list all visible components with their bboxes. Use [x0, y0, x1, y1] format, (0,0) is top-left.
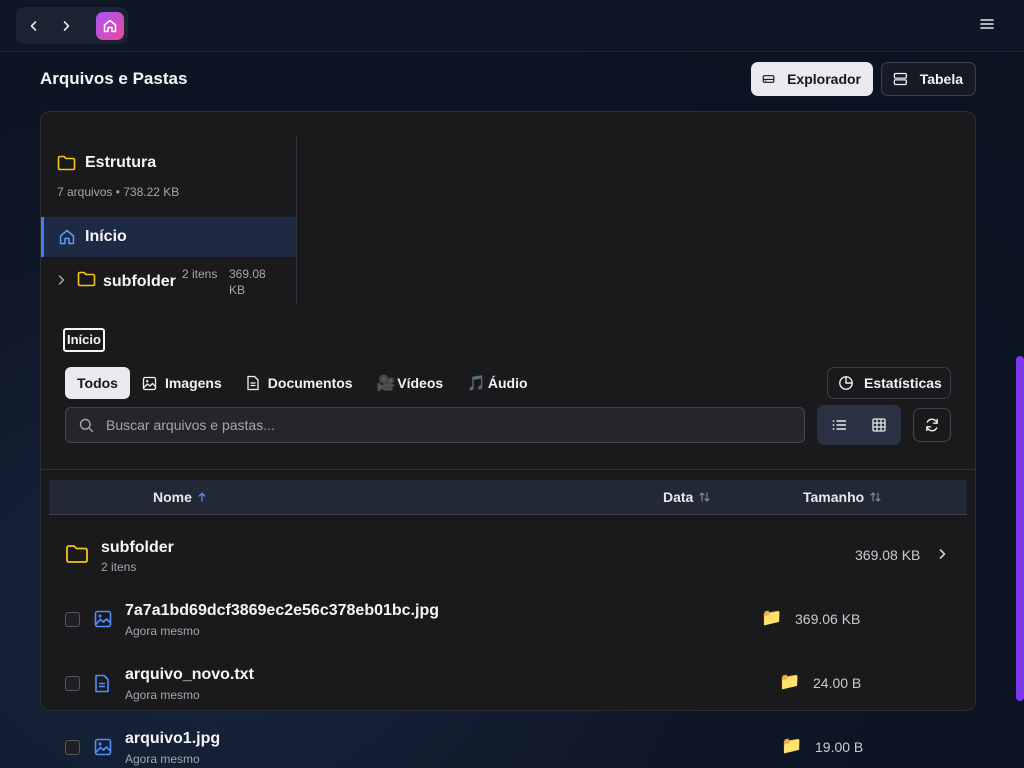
divider — [41, 469, 975, 470]
filter-tabs: Todos Imagens Documentos 🎥 Vídeos 🎵 Áudi… — [65, 367, 540, 399]
search-bar — [65, 407, 805, 443]
chevron-right-icon[interactable] — [55, 274, 67, 286]
image-file-icon — [94, 738, 112, 756]
column-date-label: Data — [663, 489, 694, 505]
move-folder-icon[interactable]: 📁 — [761, 608, 782, 628]
table-row[interactable]: arquivo_novo.txt Agora mesmo 📁 24.00 B — [49, 651, 967, 715]
image-file-icon — [94, 610, 112, 628]
file-size: 24.00 B — [813, 675, 862, 691]
tab-all[interactable]: Todos — [65, 367, 130, 399]
search-icon — [79, 418, 94, 432]
explorer-view-button[interactable]: Explorador — [751, 62, 873, 96]
file-name: arquivo_novo.txt — [125, 666, 254, 683]
tree-summary: 7 arquivos • 738.22 KB — [57, 185, 180, 199]
column-name-header[interactable]: Nome — [153, 489, 206, 505]
tree-item-name: subfolder — [103, 273, 176, 290]
tab-images[interactable]: Imagens — [130, 367, 234, 399]
column-date-header[interactable]: Data — [663, 489, 710, 505]
page-title: Arquivos e Pastas — [40, 69, 188, 88]
folder-name: subfolder — [101, 539, 174, 556]
tab-audio[interactable]: 🎵 Áudio — [455, 367, 539, 399]
file-meta: Agora mesmo — [125, 624, 200, 638]
tab-images-label: Imagens — [164, 375, 222, 391]
home-icon — [103, 19, 117, 33]
file-meta: Agora mesmo — [125, 688, 200, 702]
file-size: 369.06 KB — [795, 611, 861, 627]
home-icon — [59, 229, 75, 245]
file-name: 7a7a1bd69dcf3869ec2e56c378eb01bc.jpg — [125, 602, 439, 619]
sort-ascending-icon — [198, 492, 206, 502]
file-size: 19.00 B — [815, 739, 864, 755]
grid-view-toggle[interactable] — [864, 410, 894, 440]
move-folder-icon[interactable]: 📁 — [781, 736, 802, 756]
table-row[interactable]: 7a7a1bd69dcf3869ec2e56c378eb01bc.jpg Ago… — [49, 587, 967, 651]
list-view-toggle[interactable] — [824, 410, 854, 440]
folder-icon — [66, 545, 88, 563]
tree-item-subfolder[interactable]: subfolder 2 itens 369.08 KB — [41, 261, 296, 301]
sort-icon — [870, 492, 881, 502]
hamburger-menu-icon — [980, 19, 994, 29]
home-button[interactable] — [96, 12, 124, 40]
folder-size: 369.08 KB — [855, 547, 921, 563]
tree-title: Estrutura — [85, 154, 157, 171]
search-input[interactable] — [106, 417, 804, 433]
folder-icon — [77, 271, 96, 287]
move-folder-icon[interactable]: 📁 — [779, 672, 800, 692]
file-name: arquivo1.jpg — [125, 730, 221, 747]
column-name-label: Nome — [153, 489, 192, 505]
tab-documents[interactable]: Documentos — [234, 367, 365, 399]
tree-item-root-label: Início — [85, 228, 127, 245]
image-icon — [142, 376, 157, 390]
chevron-right-icon — [63, 20, 70, 31]
drive-icon — [762, 75, 775, 83]
document-icon — [247, 375, 259, 391]
file-meta: Agora mesmo — [125, 752, 200, 766]
tab-all-label: Todos — [77, 375, 118, 391]
statistics-button[interactable]: Estatísticas — [827, 367, 951, 399]
tree-item-count: 2 itens — [182, 267, 218, 281]
tab-documents-label: Documentos — [267, 375, 353, 391]
tab-videos[interactable]: 🎥 Vídeos — [365, 367, 456, 399]
tree-item-root[interactable]: Início — [41, 217, 296, 257]
table-header: Nome Data Tamanho — [49, 480, 967, 515]
breadcrumb[interactable]: Início — [63, 328, 105, 352]
row-checkbox[interactable] — [65, 740, 80, 755]
tab-videos-label: Vídeos — [397, 375, 444, 391]
table-row[interactable]: arquivo1.jpg Agora mesmo 📁 19.00 B — [49, 715, 967, 768]
top-bar — [0, 0, 1024, 52]
nav-group — [16, 7, 128, 44]
column-size-label: Tamanho — [803, 489, 865, 505]
row-checkbox[interactable] — [65, 612, 80, 627]
chevron-left-icon — [30, 20, 37, 31]
statistics-label: Estatísticas — [864, 375, 942, 391]
tree-header: Estrutura — [57, 154, 156, 172]
pie-chart-icon — [839, 376, 853, 390]
film-camera-icon: 🎥 — [376, 375, 396, 392]
list-icon — [832, 420, 846, 430]
document-file-icon — [95, 674, 109, 693]
table-row-folder[interactable]: subfolder 2 itens 369.08 KB — [49, 522, 967, 586]
table-view-button[interactable]: Tabela — [881, 62, 976, 96]
grid-icon — [872, 418, 886, 432]
tree-item-size: 369.08 KB — [229, 267, 266, 297]
menu-button[interactable] — [980, 17, 994, 31]
column-size-header[interactable]: Tamanho — [803, 489, 881, 505]
refresh-button[interactable] — [913, 408, 951, 442]
tab-audio-label: Áudio — [487, 375, 528, 391]
forward-button[interactable] — [50, 7, 82, 44]
back-button[interactable] — [18, 7, 50, 44]
sort-icon — [699, 492, 710, 502]
server-icon — [893, 72, 907, 86]
layout-toggle — [817, 405, 901, 445]
folder-meta: 2 itens — [101, 560, 137, 574]
folder-tree: Estrutura 7 arquivos • 738.22 KB Início … — [41, 137, 297, 305]
row-checkbox[interactable] — [65, 676, 80, 691]
folder-icon — [57, 155, 76, 171]
explorer-view-label: Explorador — [787, 71, 861, 87]
table-view-label: Tabela — [919, 71, 963, 87]
music-note-icon: 🎵 — [467, 375, 486, 392]
scrollbar-thumb[interactable] — [1016, 356, 1024, 701]
chevron-right-icon — [939, 549, 946, 559]
refresh-icon — [926, 418, 938, 432]
